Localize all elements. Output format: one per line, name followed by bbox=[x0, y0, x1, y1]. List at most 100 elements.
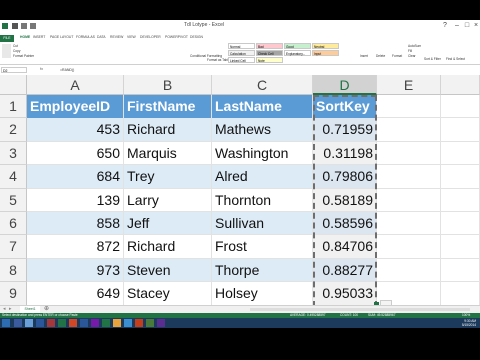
table-cell[interactable]: Steven bbox=[124, 258, 212, 283]
taskbar-app-icon[interactable] bbox=[102, 319, 110, 327]
horizontal-scrollbar[interactable] bbox=[250, 308, 470, 311]
row-header[interactable]: 6 bbox=[0, 212, 27, 236]
row-header[interactable]: 2 bbox=[0, 118, 27, 142]
format-painter-button[interactable]: Format Painter bbox=[13, 54, 34, 58]
tab-formulas[interactable]: FORMULAS bbox=[76, 35, 95, 39]
table-cell[interactable]: 858 bbox=[27, 212, 124, 236]
taskbar-app-icon[interactable] bbox=[25, 319, 33, 327]
sort-filter-button[interactable]: Sort & Filter bbox=[424, 57, 441, 61]
paste-icon[interactable] bbox=[2, 44, 11, 58]
row-header[interactable]: 3 bbox=[0, 141, 27, 166]
cell-style-option[interactable]: Note bbox=[256, 57, 283, 63]
table-cell[interactable]: Washington bbox=[212, 141, 313, 166]
row-header[interactable]: 8 bbox=[0, 258, 27, 283]
copy-button[interactable]: Copy bbox=[13, 49, 20, 53]
taskbar-app-icon[interactable] bbox=[146, 319, 154, 327]
fx-icon[interactable]: fx bbox=[40, 66, 43, 71]
taskbar-app-icon[interactable] bbox=[47, 319, 55, 327]
taskbar-app-icon[interactable] bbox=[113, 319, 121, 327]
table-header-cell[interactable]: EmployeeID bbox=[27, 95, 124, 119]
row-header[interactable]: 4 bbox=[0, 165, 27, 189]
grid-cell[interactable] bbox=[377, 188, 441, 212]
format-cells-button[interactable]: Format bbox=[392, 54, 402, 58]
next-sheet-icon[interactable]: ▸ bbox=[9, 306, 12, 313]
sortkey-cell[interactable]: 0.79806 bbox=[313, 165, 377, 189]
sortkey-cell[interactable]: 0.58596 bbox=[313, 212, 377, 236]
fill-button[interactable]: Fill bbox=[408, 49, 412, 53]
table-cell[interactable]: Richard bbox=[124, 118, 212, 142]
add-sheet-icon[interactable]: ⊕ bbox=[44, 306, 49, 313]
cell-style-option[interactable]: Neutral bbox=[312, 43, 339, 49]
column-header-e[interactable]: E bbox=[377, 75, 441, 95]
table-cell[interactable]: Jeff bbox=[124, 212, 212, 236]
taskbar-app-icon[interactable] bbox=[36, 319, 44, 327]
grid-cell[interactable] bbox=[441, 235, 480, 259]
grid-cell[interactable] bbox=[377, 235, 441, 259]
tab-powerpivot[interactable]: POWERPIVOT bbox=[165, 35, 188, 39]
table-cell[interactable]: 872 bbox=[27, 235, 124, 259]
table-header-cell[interactable]: SortKey bbox=[313, 95, 377, 119]
grid-cell[interactable] bbox=[441, 212, 480, 236]
grid-cell[interactable] bbox=[377, 118, 441, 142]
clock[interactable]: 9:30 AM 5/15/2014 bbox=[462, 319, 476, 327]
sortkey-cell[interactable]: 0.58189 bbox=[313, 188, 377, 212]
table-cell[interactable]: Larry bbox=[124, 188, 212, 212]
table-cell[interactable]: Mathews bbox=[212, 118, 313, 142]
column-header-a[interactable]: A bbox=[27, 75, 124, 95]
cell-style-option[interactable]: Explanatory... bbox=[284, 50, 311, 56]
column-header-b[interactable]: B bbox=[124, 75, 212, 95]
row-header[interactable]: 1 bbox=[0, 95, 27, 119]
name-box[interactable]: D2 bbox=[1, 67, 27, 73]
find-select-button[interactable]: Find & Select bbox=[446, 57, 465, 61]
grid-cell[interactable] bbox=[377, 258, 441, 283]
table-cell[interactable]: Alred bbox=[212, 165, 313, 189]
grid-cell[interactable] bbox=[441, 188, 480, 212]
table-cell[interactable]: Thorpe bbox=[212, 258, 313, 283]
grid-cell[interactable] bbox=[377, 141, 441, 166]
table-cell[interactable]: 684 bbox=[27, 165, 124, 189]
start-icon[interactable] bbox=[2, 319, 10, 327]
select-all-corner[interactable] bbox=[0, 75, 27, 95]
tab-data[interactable]: DATA bbox=[97, 35, 106, 39]
cell-style-option[interactable]: Bad bbox=[256, 43, 283, 49]
tab-design[interactable]: DESIGN bbox=[190, 35, 203, 39]
cut-button[interactable]: Cut bbox=[13, 44, 18, 48]
autosum-button[interactable]: AutoSum bbox=[408, 44, 421, 48]
cell-style-option[interactable]: Good bbox=[284, 43, 311, 49]
table-cell[interactable]: Holsey bbox=[212, 282, 313, 306]
cell-style-option[interactable]: Linked Cell bbox=[228, 57, 255, 63]
clear-button[interactable]: Clear bbox=[408, 54, 416, 58]
table-header-cell[interactable]: FirstName bbox=[124, 95, 212, 119]
column-header-f[interactable] bbox=[441, 75, 480, 95]
table-cell[interactable]: 650 bbox=[27, 141, 124, 166]
grid-cell[interactable] bbox=[377, 165, 441, 189]
tab-page-layout[interactable]: PAGE LAYOUT bbox=[50, 35, 73, 39]
grid-cell[interactable] bbox=[441, 118, 480, 142]
grid-cell[interactable] bbox=[377, 95, 441, 119]
sortkey-cell[interactable]: 0.88277 bbox=[313, 258, 377, 283]
column-header-c[interactable]: C bbox=[212, 75, 313, 95]
taskbar-app-icon[interactable] bbox=[58, 319, 66, 327]
cell-style-option[interactable]: Input bbox=[312, 50, 339, 56]
taskbar-app-icon[interactable] bbox=[14, 319, 22, 327]
taskbar-app-icon[interactable] bbox=[80, 319, 88, 327]
sortkey-cell[interactable]: 0.95033 bbox=[313, 282, 377, 306]
grid-cell[interactable] bbox=[441, 282, 480, 306]
grid-cell[interactable] bbox=[441, 165, 480, 189]
tab-home[interactable]: HOME bbox=[20, 35, 30, 39]
formula-input[interactable]: =RAND() bbox=[60, 67, 470, 73]
tab-developer[interactable]: DEVELOPER bbox=[140, 35, 161, 39]
row-header[interactable]: 9 bbox=[0, 282, 27, 306]
table-cell[interactable]: Sullivan bbox=[212, 212, 313, 236]
taskbar-app-icon[interactable] bbox=[157, 319, 165, 327]
cell-style-option[interactable]: Check Cell bbox=[256, 50, 283, 56]
taskbar-app-icon[interactable] bbox=[91, 319, 99, 327]
sortkey-cell[interactable]: 0.31198 bbox=[313, 141, 377, 166]
taskbar-app-icon[interactable] bbox=[135, 319, 143, 327]
table-cell[interactable]: 139 bbox=[27, 188, 124, 212]
taskbar-app-icon[interactable] bbox=[124, 319, 132, 327]
table-cell[interactable]: 973 bbox=[27, 258, 124, 283]
delete-cells-button[interactable]: Delete bbox=[376, 54, 385, 58]
save-icon[interactable] bbox=[12, 23, 18, 29]
table-cell[interactable]: Thornton bbox=[212, 188, 313, 212]
